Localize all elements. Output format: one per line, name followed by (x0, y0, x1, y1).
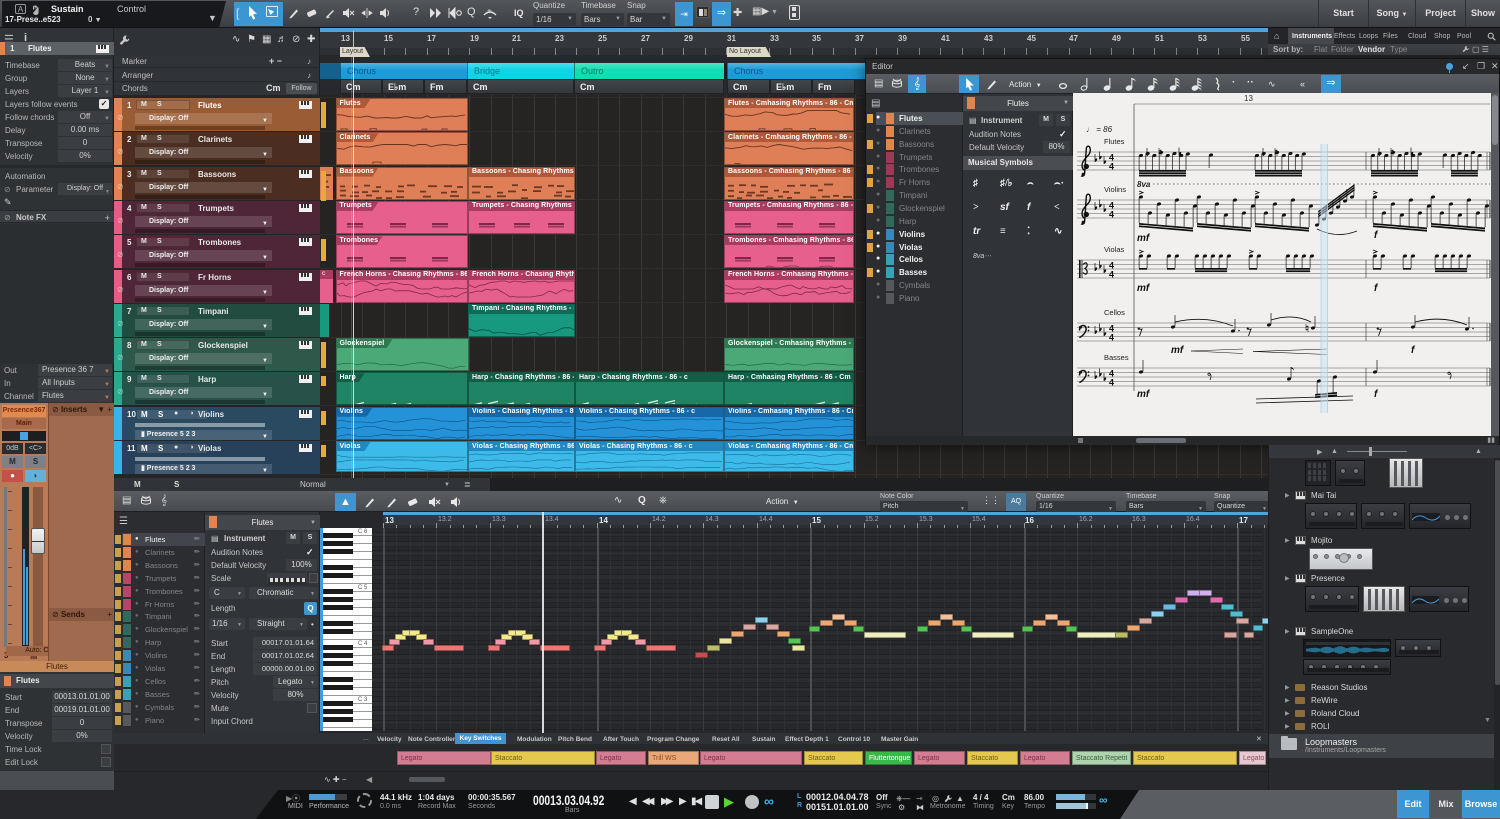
svg-text:mf: mf (1137, 233, 1151, 244)
svg-text:Basses: Basses (1104, 353, 1129, 362)
svg-text:Flutes: Flutes (1104, 137, 1125, 146)
svg-text:mf: mf (1137, 389, 1151, 400)
svg-text:Violins: Violins (1104, 185, 1126, 194)
svg-text:13: 13 (1244, 94, 1253, 103)
svg-text:mf: mf (1171, 345, 1185, 356)
svg-text:Violas: Violas (1104, 245, 1125, 254)
svg-text:8va: 8va (1137, 180, 1151, 189)
svg-text:4: 4 (1109, 210, 1114, 220)
svg-text:4: 4 (1109, 270, 1114, 280)
svg-text:th: th (488, 9, 492, 15)
svg-text:♩ = 86: ♩ = 86 (1086, 125, 1113, 134)
svg-text:4: 4 (1109, 162, 1114, 172)
svg-text:4: 4 (1109, 333, 1114, 343)
svg-text:mf: mf (1137, 283, 1151, 294)
svg-text:4: 4 (1109, 378, 1114, 388)
svg-text:Cellos: Cellos (1104, 308, 1125, 317)
